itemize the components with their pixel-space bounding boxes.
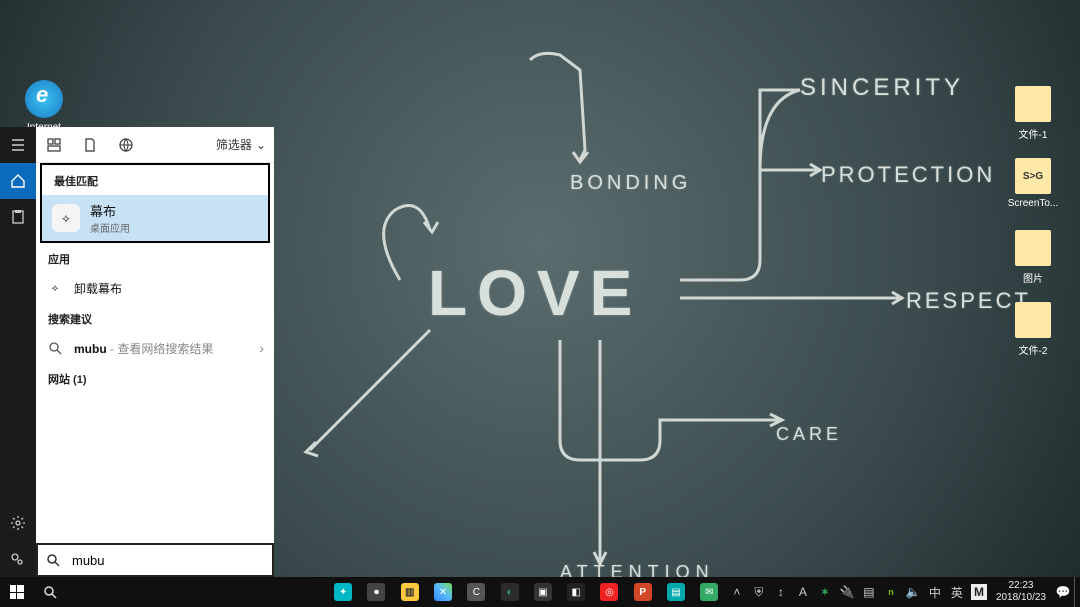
action-center-icon[interactable]: 💬 — [1052, 585, 1074, 599]
result-uninstall-app[interactable]: ⟡ 卸载幕布 — [36, 273, 274, 303]
tray-shield-icon[interactable]: ⛨ — [748, 585, 770, 600]
desktop-icon-label: 文件-2 — [1003, 342, 1063, 357]
folder-icon — [1015, 86, 1051, 122]
search-input-container[interactable] — [36, 543, 274, 577]
desktop-icon-label: 文件-1 — [1003, 126, 1063, 141]
tray-network-icon[interactable]: ▤ — [858, 585, 880, 599]
powerpoint-icon: P — [634, 583, 652, 601]
taskbar-app-4[interactable]: ✕ — [426, 577, 459, 607]
clock-date: 2018/10/23 — [996, 592, 1046, 604]
taskbar-app-3[interactable]: ▥ — [393, 577, 426, 607]
tray-m-icon[interactable]: M — [971, 584, 987, 600]
tray-wechat-icon[interactable]: ✶ — [814, 585, 836, 599]
ie-icon — [25, 80, 63, 118]
taskbar-app-11[interactable]: ▤ — [659, 577, 692, 607]
folder-icon — [1015, 302, 1051, 338]
nav-feedback-button[interactable] — [0, 541, 36, 577]
desktop-icon-pictures[interactable]: 图片 — [1003, 230, 1063, 285]
scope-documents-icon[interactable] — [80, 135, 100, 155]
desktop-icon-label: ScreenTo... — [1003, 198, 1063, 209]
taskbar-app-6[interactable]: ◐ — [493, 577, 526, 607]
chevron-down-icon: ⌄ — [256, 138, 266, 152]
app-icon: ▤ — [667, 583, 685, 601]
result-subtitle: 桌面应用 — [90, 220, 130, 235]
suggest-suffix: - 查看网络搜索结果 — [107, 342, 214, 356]
search-sidebar — [0, 127, 36, 577]
taskbar-clock[interactable]: 22:23 2018/10/23 — [990, 580, 1052, 604]
folder-icon — [1015, 230, 1051, 266]
desktop-icon-folder1[interactable]: 文件-1 — [1003, 86, 1063, 141]
tray-arrow-icon[interactable]: ↕ — [770, 585, 792, 599]
app-icon: C — [467, 583, 485, 601]
result-title: 卸载幕布 — [74, 280, 122, 297]
nav-settings-button[interactable] — [0, 505, 36, 541]
app-icon: ✉ — [700, 583, 718, 601]
apps-header: 应用 — [36, 243, 274, 273]
filter-dropdown[interactable]: 筛选器 ⌄ — [216, 136, 266, 153]
scope-all-icon[interactable] — [44, 135, 64, 155]
search-button[interactable] — [33, 577, 66, 607]
tray-chevron-up[interactable]: ˄ — [726, 585, 748, 599]
app-icon: ▣ — [534, 583, 552, 601]
desktop-icon-screentogif[interactable]: S>G ScreenTo... — [1003, 158, 1063, 209]
tray-volume-icon[interactable]: 🔈 — [902, 585, 924, 599]
nav-clipboard-button[interactable] — [0, 199, 36, 235]
app-icon: ◧ — [567, 583, 585, 601]
result-web-search[interactable]: mubu - 查看网络搜索结果 › — [36, 333, 274, 363]
wallpaper-word-care: CARE — [776, 424, 842, 445]
taskbar-app-9[interactable]: ◎ — [593, 577, 626, 607]
app-icon: ◐ — [501, 583, 519, 601]
taskbar: ✦ ⏺ ▥ ✕ C ◐ ▣ ◧ ◎ P ▤ ✉ ˄ ⛨ ↕ A ✶ 🔌 ▤ n … — [0, 577, 1080, 607]
desktop-icon-folder2[interactable]: 文件-2 — [1003, 302, 1063, 357]
result-best-match[interactable]: ⟡ 幕布 桌面应用 — [42, 195, 268, 241]
search-icon — [38, 552, 68, 568]
wallpaper-word-bonding: BONDING — [570, 172, 691, 195]
tray-a-icon[interactable]: A — [792, 585, 814, 599]
tray-power-icon[interactable]: 🔌 — [836, 585, 858, 599]
taskbar-app-7[interactable]: ▣ — [526, 577, 559, 607]
tray-nvidia-icon[interactable]: n — [880, 587, 902, 597]
app-icon: ✕ — [434, 583, 452, 601]
wallpaper-word-protection: PROTECTION — [821, 162, 995, 188]
scope-web-icon[interactable] — [116, 135, 136, 155]
taskbar-app-5[interactable]: C — [460, 577, 493, 607]
filter-label: 筛选器 — [216, 136, 252, 153]
taskbar-app-8[interactable]: ◧ — [560, 577, 593, 607]
suggest-term: mubu — [74, 342, 107, 356]
nav-home-button[interactable] — [0, 163, 36, 199]
search-tabbar: 筛选器 ⌄ — [36, 127, 274, 163]
best-match-box: 最佳匹配 ⟡ 幕布 桌面应用 — [40, 163, 270, 243]
best-match-header: 最佳匹配 — [42, 165, 268, 195]
taskbar-app-12[interactable]: ✉ — [693, 577, 726, 607]
taskbar-app-powerpoint[interactable]: P — [626, 577, 659, 607]
windows-icon — [10, 585, 24, 599]
tray-ime-lang[interactable]: 中 — [924, 584, 946, 601]
app-mubu-icon: ⟡ — [52, 204, 80, 232]
result-title: 幕布 — [90, 201, 130, 220]
show-desktop-button[interactable] — [1074, 577, 1080, 607]
screentogif-icon: S>G — [1015, 158, 1051, 194]
file-explorer-icon: ▥ — [401, 583, 419, 601]
uninstall-icon: ⟡ — [46, 279, 64, 297]
chevron-right-icon: › — [259, 340, 264, 356]
app-icon: ✦ — [334, 583, 352, 601]
desktop-icon-label: 图片 — [1003, 270, 1063, 285]
taskbar-app-1[interactable]: ✦ — [327, 577, 360, 607]
search-results-panel: 筛选器 ⌄ 最佳匹配 ⟡ 幕布 桌面应用 应用 ⟡ 卸载幕布 搜索建议 mubu… — [36, 127, 274, 577]
search-icon — [46, 339, 64, 357]
app-icon: ◎ — [600, 583, 618, 601]
wallpaper-word-sincerity: SINCERITY — [800, 74, 964, 102]
clock-time: 22:23 — [996, 580, 1046, 592]
suggestions-header: 搜索建议 — [36, 303, 274, 333]
search-input[interactable] — [68, 549, 272, 572]
wallpaper-word-love: LOVE — [428, 256, 642, 330]
app-icon: ⏺ — [367, 583, 385, 601]
websites-header: 网站 (1) — [36, 363, 274, 393]
system-tray: ˄ ⛨ ↕ A ✶ 🔌 ▤ n 🔈 中 英 M 22:23 2018/10/23… — [726, 577, 1080, 607]
tray-ime-mode[interactable]: 英 — [946, 584, 968, 601]
start-button[interactable] — [0, 577, 33, 607]
taskbar-app-2[interactable]: ⏺ — [360, 577, 393, 607]
nav-hamburger-button[interactable] — [0, 127, 36, 163]
